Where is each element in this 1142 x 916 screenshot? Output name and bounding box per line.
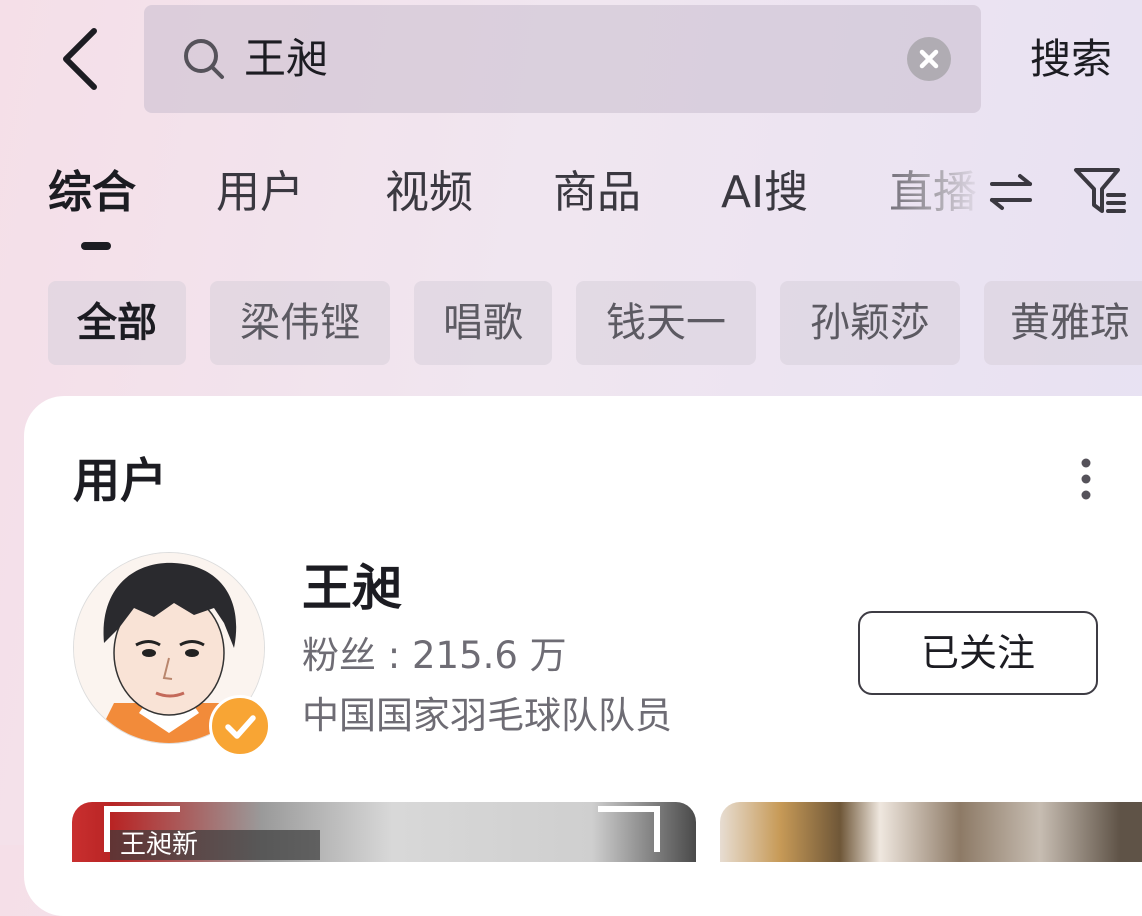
chip-huang-yaqiong[interactable]: 黄雅琼 bbox=[984, 281, 1142, 365]
tab-ai-search[interactable]: AI搜 bbox=[721, 163, 808, 223]
chevron-left-icon bbox=[63, 28, 97, 90]
swap-icon[interactable] bbox=[988, 172, 1034, 212]
chip-qian-tianyi[interactable]: 钱天一 bbox=[576, 281, 756, 365]
search-query-text[interactable]: 王昶 bbox=[244, 30, 328, 88]
thumbnail-caption: 王昶新 bbox=[110, 830, 320, 860]
tab-videos[interactable]: 视频 bbox=[385, 163, 473, 223]
tab-comprehensive[interactable]: 综合 bbox=[48, 163, 136, 223]
back-button[interactable] bbox=[58, 26, 104, 92]
user-fan-count: 粉丝 : 215.6 万 bbox=[302, 634, 567, 677]
chip-liang-weikeng[interactable]: 梁伟铿 bbox=[210, 281, 390, 365]
tab-products[interactable]: 商品 bbox=[553, 163, 641, 223]
active-tab-indicator bbox=[81, 242, 111, 250]
more-vertical-icon[interactable] bbox=[1074, 455, 1098, 505]
search-submit-button[interactable]: 搜索 bbox=[1030, 30, 1112, 88]
tab-live[interactable]: 直播 bbox=[889, 163, 984, 223]
video-thumbnail[interactable] bbox=[720, 802, 1142, 862]
section-title: 用户 bbox=[73, 454, 167, 509]
tab-users[interactable]: 用户 bbox=[216, 163, 304, 223]
clear-icon bbox=[919, 49, 939, 69]
chip-all[interactable]: 全部 bbox=[48, 281, 186, 365]
search-icon bbox=[182, 37, 226, 81]
chip-singing[interactable]: 唱歌 bbox=[414, 281, 552, 365]
chip-sun-yingsha[interactable]: 孙颖莎 bbox=[780, 281, 960, 365]
verified-check-icon bbox=[209, 695, 271, 757]
user-description: 中国国家羽毛球队队员 bbox=[302, 694, 672, 737]
clear-search-button[interactable] bbox=[907, 37, 951, 81]
follow-button[interactable]: 已关注 bbox=[858, 611, 1098, 695]
user-name[interactable]: 王昶 bbox=[302, 556, 402, 620]
thumbnail-frame-corner bbox=[598, 806, 660, 852]
filter-icon[interactable] bbox=[1072, 165, 1128, 217]
